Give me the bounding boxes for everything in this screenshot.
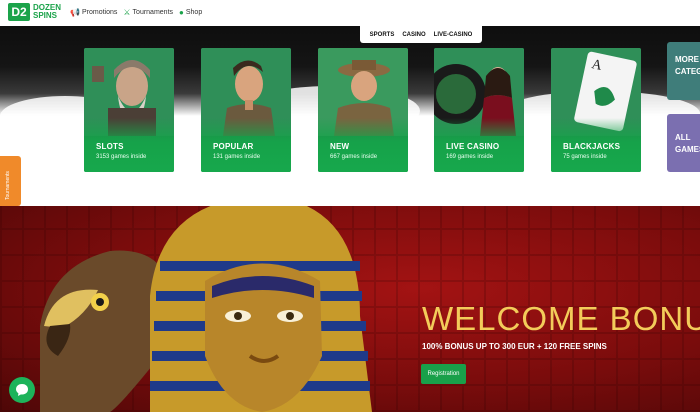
chat-button[interactable] — [9, 377, 35, 403]
side-card-line: MORE — [675, 55, 699, 64]
hero-banner: WELCOME BONUS 100% BONUS UP TO 300 EUR +… — [0, 206, 700, 412]
registration-button[interactable]: Registration — [421, 364, 466, 384]
card-subtitle: 169 games inside — [446, 154, 494, 160]
nav-label: Shop — [185, 9, 203, 16]
card-title: NEW — [330, 142, 350, 151]
more-categories-card[interactable]: MORE CATEG — [667, 42, 700, 100]
card-title: LIVE CASINO — [446, 142, 500, 151]
nav-tournaments[interactable]: ⚔ Tournaments — [123, 8, 173, 17]
swords-icon: ⚔ — [123, 8, 131, 17]
tournaments-side-tab[interactable]: Tournaments — [0, 156, 21, 206]
side-card-line: GAMES — [675, 145, 700, 154]
category-card-slots[interactable]: SLOTS 3153 games inside — [84, 48, 174, 172]
nav-promotions[interactable]: 📢 Promotions — [70, 8, 117, 17]
category-card-live-casino[interactable]: LIVE CASINO 169 games inside — [434, 48, 524, 172]
tab-casino[interactable]: CASINO — [402, 32, 425, 38]
main-nav: 📢 Promotions ⚔ Tournaments ● Shop — [70, 8, 202, 17]
all-games-card[interactable]: ALL GAMES — [667, 114, 700, 172]
category-card-popular[interactable]: POPULAR 131 games inside — [201, 48, 291, 172]
category-card-blackjacks[interactable]: A BLACKJACKS 75 games inside — [551, 48, 641, 172]
card-title: BLACKJACKS — [563, 142, 621, 151]
card-subtitle: 3153 games inside — [96, 154, 147, 160]
site-logo[interactable]: D2 DOZEN SPINS — [8, 3, 67, 21]
tab-live-casino[interactable]: LIVE-CASINO — [434, 32, 473, 38]
side-card-line: ALL — [675, 133, 691, 142]
product-tabs: SPORTS CASINO LIVE-CASINO — [360, 26, 482, 43]
top-header: D2 DOZEN SPINS 📢 Promotions ⚔ Tournament… — [0, 0, 700, 26]
hero-headline: WELCOME BONUS — [422, 300, 700, 337]
category-strip: SPORTS CASINO LIVE-CASINO SLOTS 3153 gam… — [0, 26, 700, 206]
tournaments-tab-label: Tournaments — [5, 171, 11, 200]
nav-shop[interactable]: ● Shop — [179, 8, 202, 17]
hero-subline: 100% BONUS UP TO 300 EUR + 120 FREE SPIN… — [422, 342, 607, 351]
nav-label: Tournaments — [132, 9, 174, 16]
chat-bubble-icon — [16, 384, 28, 396]
card-subtitle: 131 games inside — [213, 154, 261, 160]
card-subtitle: 667 games inside — [330, 154, 378, 160]
card-title: POPULAR — [213, 142, 254, 151]
side-card-line: CATEG — [675, 67, 700, 76]
card-title: SLOTS — [96, 142, 124, 151]
category-card-new[interactable]: NEW 667 games inside — [318, 48, 408, 172]
nav-label: Promotions — [81, 9, 118, 16]
logo-text: DOZEN SPINS — [33, 3, 61, 20]
card-subtitle: 75 games inside — [563, 154, 607, 160]
shop-icon: ● — [179, 8, 184, 17]
megaphone-icon: 📢 — [70, 8, 80, 17]
tab-sports[interactable]: SPORTS — [370, 32, 395, 38]
logo-mark: D2 — [8, 3, 30, 21]
pharaoh-illustration — [40, 206, 372, 412]
